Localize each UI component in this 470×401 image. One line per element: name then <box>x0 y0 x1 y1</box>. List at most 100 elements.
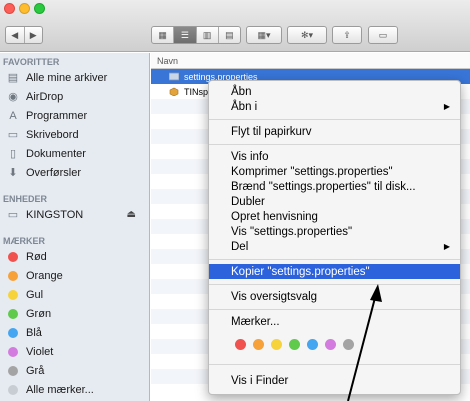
list-view-icon[interactable]: ☰ <box>174 27 197 43</box>
sidebar-header-tags: MÆRKER <box>3 236 45 246</box>
sidebar-item-all-my-files[interactable]: ▤ Alle mine arkiver <box>6 69 146 86</box>
sidebar-item-label: Violet <box>26 345 54 358</box>
submenu-arrow-icon: ▶ <box>443 242 450 251</box>
blue-tag-dot-icon[interactable] <box>307 339 318 350</box>
file-icon <box>169 72 179 81</box>
gray-tag-dot-icon[interactable] <box>343 339 354 350</box>
sidebar-item-documents[interactable]: ▯ Dokumenter <box>6 145 146 162</box>
sidebar-item-tag-green[interactable]: Grøn <box>6 305 146 322</box>
drive-icon: ▭ <box>7 209 19 221</box>
sidebar-header-devices: ENHEDER <box>3 194 48 204</box>
menu-item-move-to-trash[interactable]: Flyt til papirkurv <box>209 124 460 139</box>
menu-item-open-with[interactable]: Åbn i ▶ <box>209 99 460 114</box>
share-icon: ⇪ <box>343 29 351 40</box>
sidebar-item-label: Programmer <box>26 109 88 122</box>
gray-tag-icon <box>8 365 18 376</box>
menu-item-open[interactable]: Åbn <box>209 84 460 99</box>
back-icon[interactable]: ◀ <box>6 30 24 41</box>
menu-separator <box>209 309 460 310</box>
sidebar-item-label: Blå <box>26 326 42 339</box>
red-tag-dot-icon[interactable] <box>235 339 246 350</box>
sidebar-item-tag-gray[interactable]: Grå <box>6 362 146 379</box>
sidebar: FAVORITTER ▤ Alle mine arkiver ◉ AirDrop… <box>0 53 150 401</box>
sidebar-item-label: Skrivebord <box>26 128 79 141</box>
cover-flow-icon[interactable]: ▤ <box>219 27 240 43</box>
eject-icon[interactable]: ⏏ <box>127 209 136 220</box>
sidebar-item-label: Dokumenter <box>26 147 86 160</box>
menu-item-reveal-in-finder[interactable]: Vis i Finder <box>209 373 460 388</box>
menu-item-label: Åbn i <box>231 100 258 113</box>
share-button[interactable]: ⇪ <box>332 26 362 44</box>
column-header-name[interactable]: Navn <box>151 53 470 69</box>
sidebar-item-tag-purple[interactable]: Violet <box>6 343 146 360</box>
downloads-icon: ⬇ <box>8 167 18 179</box>
orange-tag-icon <box>8 270 18 281</box>
menu-item-make-alias[interactable]: Opret henvisning <box>209 209 460 224</box>
red-tag-icon <box>8 251 18 262</box>
sidebar-item-label: Alle mine arkiver <box>26 71 108 84</box>
close-window-button[interactable] <box>4 3 15 14</box>
minimize-window-button[interactable] <box>19 3 30 14</box>
sidebar-item-all-tags[interactable]: Alle mærker... <box>6 381 146 398</box>
sidebar-item-label: Overførsler <box>26 166 81 179</box>
menu-item-show-view-options[interactable]: Vis oversigtsvalg <box>209 289 460 304</box>
menu-item-label: Del <box>231 240 249 253</box>
context-menu: Åbn Åbn i ▶ Flyt til papirkurv Vis info … <box>208 80 461 395</box>
view-mode-control: ▦ ☰ ▥ ▤ <box>151 26 241 44</box>
purple-tag-dot-icon[interactable] <box>325 339 336 350</box>
all-files-icon: ▤ <box>7 72 19 84</box>
sidebar-item-applications[interactable]: A Programmer <box>6 107 146 124</box>
window-toolbar: ◀ ▶ ▦ ☰ ▥ ▤ ▦▾ ✻▾ ⇪ ▭ <box>0 0 470 52</box>
tag-icon: ▭ <box>378 29 388 40</box>
menu-item-tags[interactable]: Mærker... <box>209 314 460 329</box>
icon-view-icon[interactable]: ▦ <box>152 27 175 43</box>
tag-button[interactable]: ▭ <box>368 26 398 44</box>
sidebar-header-favorites: FAVORITTER <box>3 57 60 67</box>
column-view-icon[interactable]: ▥ <box>197 27 219 43</box>
sidebar-item-label: Alle mærker... <box>26 383 94 396</box>
menu-separator <box>209 259 460 260</box>
sidebar-item-tag-orange[interactable]: Orange <box>6 267 146 284</box>
gear-icon: ✻▾ <box>300 29 314 40</box>
menu-separator <box>209 284 460 285</box>
sidebar-item-label: Rød <box>26 250 47 263</box>
sidebar-item-label: AirDrop <box>26 90 64 103</box>
orange-tag-dot-icon[interactable] <box>253 339 264 350</box>
green-tag-dot-icon[interactable] <box>289 339 300 350</box>
sidebar-item-label: Orange <box>26 269 63 282</box>
blue-tag-icon <box>8 327 18 338</box>
arrange-icon: ▦▾ <box>257 29 271 40</box>
menu-item-quick-look[interactable]: Vis "settings.properties" <box>209 224 460 239</box>
menu-separator <box>209 144 460 145</box>
zoom-window-button[interactable] <box>34 3 45 14</box>
back-forward-control: ◀ ▶ <box>5 26 43 44</box>
sidebar-item-kingston[interactable]: ▭ KINGSTON ⏏ <box>6 206 146 223</box>
sidebar-item-tag-red[interactable]: Rød <box>6 248 146 265</box>
action-button[interactable]: ✻▾ <box>287 26 327 44</box>
sidebar-item-downloads[interactable]: ⬇ Overførsler <box>6 164 146 181</box>
sidebar-item-tag-blue[interactable]: Blå <box>6 324 146 341</box>
sidebar-item-airdrop[interactable]: ◉ AirDrop <box>6 88 146 105</box>
yellow-tag-icon <box>8 289 18 300</box>
menu-item-duplicate[interactable]: Dubler <box>209 194 460 209</box>
sidebar-item-tag-yellow[interactable]: Gul <box>6 286 146 303</box>
sidebar-item-label: Grå <box>26 364 45 377</box>
menu-item-burn-to-disc[interactable]: Brænd "settings.properties" til disk... <box>209 179 460 194</box>
yellow-tag-dot-icon[interactable] <box>271 339 282 350</box>
all-tags-icon <box>8 384 18 395</box>
menu-item-get-info[interactable]: Vis info <box>209 149 460 164</box>
submenu-arrow-icon: ▶ <box>443 102 450 111</box>
menu-item-copy[interactable]: Kopier "settings.properties" <box>209 264 460 279</box>
sidebar-item-label: Grøn <box>26 307 52 320</box>
sidebar-item-desktop[interactable]: ▭ Skrivebord <box>6 126 146 143</box>
menu-separator <box>209 119 460 120</box>
menu-tag-colors <box>235 339 361 350</box>
purple-tag-icon <box>8 346 18 357</box>
file-name: TINsp <box>184 86 209 97</box>
forward-icon[interactable]: ▶ <box>25 30 43 41</box>
arrange-button[interactable]: ▦▾ <box>246 26 282 44</box>
menu-item-share[interactable]: Del ▶ <box>209 239 460 254</box>
applications-icon: A <box>9 109 17 122</box>
package-icon <box>169 87 179 96</box>
menu-item-compress[interactable]: Komprimer "settings.properties" <box>209 164 460 179</box>
